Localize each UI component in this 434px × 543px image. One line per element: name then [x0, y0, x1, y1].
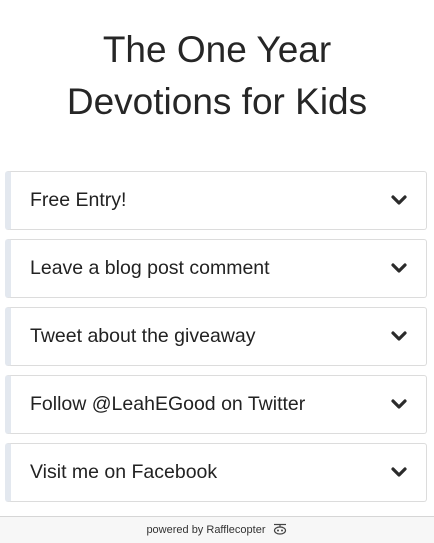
title-line-1: The One Year: [102, 29, 332, 70]
rafflecopter-link[interactable]: Rafflecopter: [206, 524, 265, 536]
entry-label: Free Entry!: [30, 189, 127, 211]
chevron-down-icon: [391, 195, 407, 205]
chevron-down-icon: [391, 331, 407, 341]
rafflecopter-logo-icon: [273, 523, 286, 535]
chevron-down-icon: [391, 263, 407, 273]
entry-blog-comment[interactable]: Leave a blog post comment: [5, 239, 427, 298]
entry-list: Free Entry! Leave a blog post comment Tw…: [5, 171, 427, 511]
chevron-down-icon: [391, 399, 407, 409]
title-line-2: Devotions for Kids: [66, 81, 368, 122]
entry-tweet-giveaway[interactable]: Tweet about the giveaway: [5, 307, 427, 366]
powered-by-footer: powered by Rafflecopter: [0, 516, 434, 543]
entry-label: Visit me on Facebook: [30, 461, 218, 483]
entry-label: Tweet about the giveaway: [30, 325, 256, 347]
chevron-down-icon: [391, 467, 407, 477]
rafflecopter-widget: The One Year Devotions for Kids Free Ent…: [0, 0, 434, 543]
entry-follow-twitter[interactable]: Follow @LeahEGood on Twitter: [5, 375, 427, 434]
powered-by-text: powered by: [146, 524, 204, 536]
entry-label: Follow @LeahEGood on Twitter: [30, 393, 306, 415]
entry-free-entry[interactable]: Free Entry!: [5, 171, 427, 230]
entry-visit-facebook[interactable]: Visit me on Facebook: [5, 443, 427, 502]
entry-label: Leave a blog post comment: [30, 257, 270, 279]
giveaway-title: The One Year Devotions for Kids: [0, 24, 434, 128]
